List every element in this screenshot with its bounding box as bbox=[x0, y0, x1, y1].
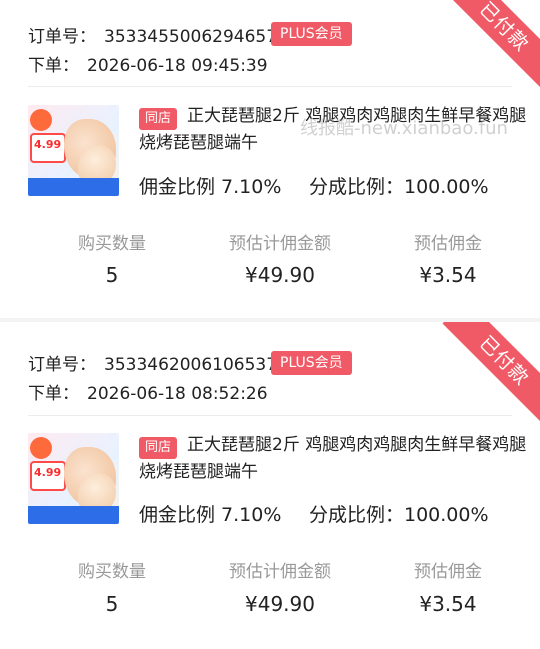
order-time-value: 2026-06-18 08:52:26 bbox=[87, 384, 268, 404]
price-tag: 4.99 bbox=[30, 133, 66, 163]
order-card[interactable]: 已付款 订单号： 3533462006106537 PLUS会员 下单： 2026-… bbox=[0, 322, 540, 649]
order-time: 下单： 2026-06-18 09:45:39 bbox=[28, 51, 268, 76]
thumb-banner bbox=[28, 506, 119, 524]
commission-rate: 佣金比例 7.10% bbox=[139, 504, 282, 526]
quantity-label: 购买数量 bbox=[78, 562, 146, 582]
promo-tag-icon bbox=[30, 109, 52, 131]
divider bbox=[28, 86, 512, 87]
commission-base-value: ¥49.90 bbox=[245, 592, 315, 616]
quantity-value: 5 bbox=[105, 592, 119, 616]
share-rate: 分成比例：100.00% bbox=[309, 176, 489, 198]
order-time-value: 2026-06-18 09:45:39 bbox=[87, 56, 268, 76]
promo-tag-icon bbox=[30, 437, 52, 459]
estimated-commission-label: 预估佣金 bbox=[414, 562, 482, 582]
product-title[interactable]: 正大琵琶腿2斤 鸡腿鸡肉鸡腿肉生鲜早餐鸡腿烧烤琵琶腿端午 bbox=[139, 432, 529, 486]
commission-rate: 佣金比例 7.10% bbox=[139, 176, 282, 198]
product-image[interactable]: 4.99 bbox=[28, 105, 119, 196]
estimated-commission-value: ¥3.54 bbox=[419, 592, 477, 616]
price-tag: 4.99 bbox=[30, 461, 66, 491]
status-ribbon: 已付款 bbox=[442, 322, 540, 423]
share-rate: 分成比例：100.00% bbox=[309, 504, 489, 526]
quantity-value: 5 bbox=[105, 263, 119, 287]
thumb-price: 4.99 bbox=[34, 138, 62, 151]
order-number: 订单号： 3533462006106537 bbox=[28, 350, 277, 375]
order-time: 下单： 2026-06-18 08:52:26 bbox=[28, 379, 268, 404]
quantity-label: 购买数量 bbox=[78, 234, 146, 254]
commission-base-label: 预估计佣金额 bbox=[229, 234, 331, 254]
estimated-commission-value: ¥3.54 bbox=[419, 263, 477, 287]
thumb-price: 4.99 bbox=[34, 466, 62, 479]
order-number-label: 订单号： bbox=[28, 27, 96, 47]
order-time-label: 下单： bbox=[28, 384, 79, 404]
commission-base-value: ¥49.90 bbox=[245, 263, 315, 287]
plus-member-badge: PLUS会员 bbox=[271, 351, 352, 375]
order-number-value: 3533462006106537 bbox=[104, 355, 278, 375]
order-number: 订单号： 3533455006294657 bbox=[28, 22, 277, 47]
commission-base-label: 预估计佣金额 bbox=[229, 562, 331, 582]
estimated-commission-label: 预估佣金 bbox=[414, 234, 482, 254]
watermark: 线报酷-new.xianbao.fun bbox=[300, 118, 508, 139]
product-image[interactable]: 4.99 bbox=[28, 433, 119, 524]
divider bbox=[28, 415, 512, 416]
order-time-label: 下单： bbox=[28, 56, 79, 76]
thumb-banner bbox=[28, 178, 119, 196]
status-ribbon: 已付款 bbox=[442, 0, 540, 89]
plus-member-badge: PLUS会员 bbox=[271, 22, 352, 46]
order-number-label: 订单号： bbox=[28, 355, 96, 375]
order-card[interactable]: 已付款 订单号： 3533455006294657 PLUS会员 下单： 2026-… bbox=[0, 0, 540, 318]
order-number-value: 3533455006294657 bbox=[104, 27, 278, 47]
